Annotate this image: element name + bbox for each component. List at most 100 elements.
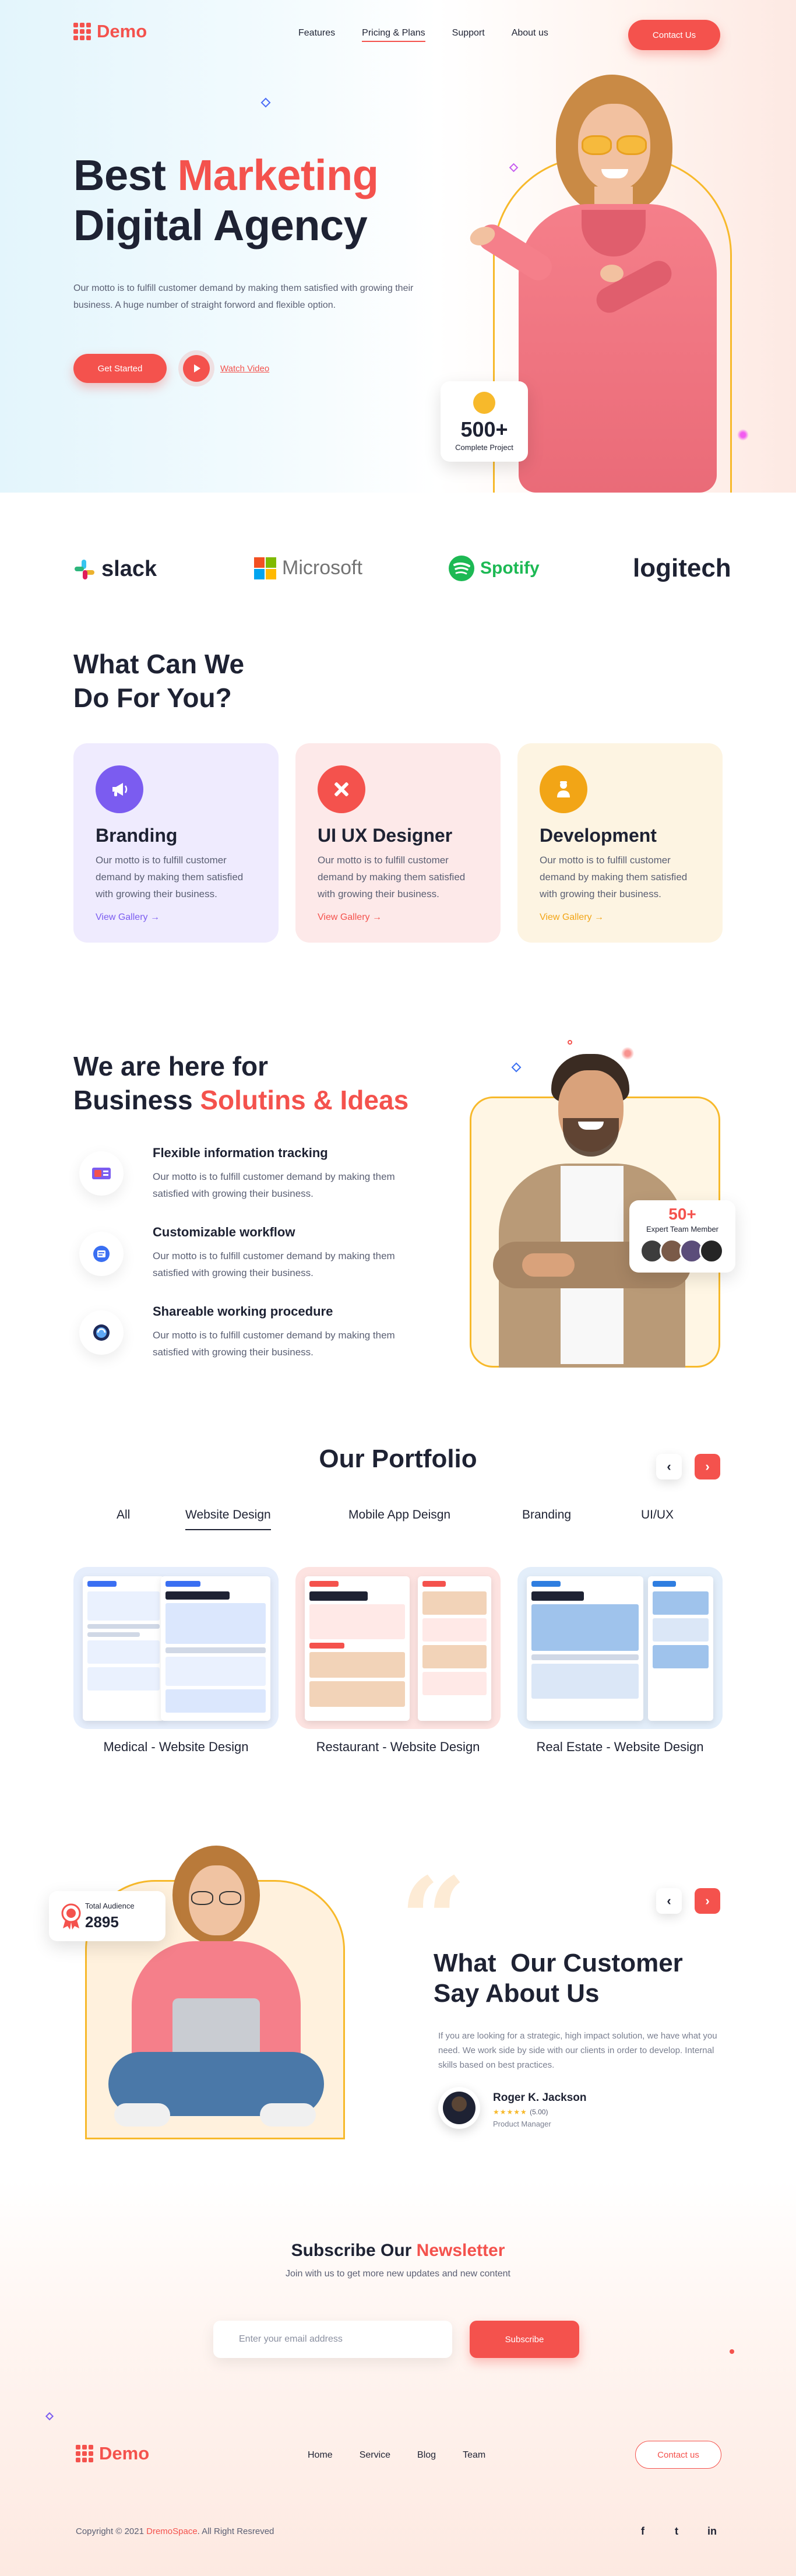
- services-title: What Can We Do For You?: [73, 647, 244, 715]
- brand-logitech: logitech: [633, 554, 731, 583]
- view-gallery-link[interactable]: View Gallery →: [540, 912, 604, 923]
- twitter-icon[interactable]: t: [675, 2525, 678, 2538]
- nav-pricing[interactable]: Pricing & Plans: [362, 28, 425, 42]
- footer-contact-button[interactable]: Contact us: [635, 2441, 721, 2469]
- mockup-page: [83, 1576, 164, 1721]
- service-card-branding[interactable]: Branding Our motto is to fulfill custome…: [73, 743, 279, 943]
- view-gallery-link[interactable]: View Gallery →: [96, 912, 160, 923]
- avatar: [699, 1239, 724, 1263]
- tab-website-design[interactable]: Website Design: [185, 1508, 271, 1530]
- sparkle-dot: [730, 2349, 734, 2354]
- team-member-label: Expert Team Member: [646, 1225, 719, 1233]
- mockup-page: [418, 1576, 491, 1721]
- logo[interactable]: Demo: [73, 21, 147, 42]
- features-title-highlight: Solutins & Ideas: [200, 1085, 409, 1115]
- service-text: Our motto is to fulfill customer demand …: [540, 855, 688, 899]
- newsletter-title: Subscribe Our Newsletter: [0, 2241, 796, 2261]
- get-started-button[interactable]: Get Started: [73, 354, 167, 383]
- services-title-line2: Do For You?: [73, 683, 232, 713]
- mockup-page: [305, 1576, 410, 1721]
- newsletter-title-part: Subscribe Our: [291, 2241, 417, 2260]
- feature-text: Our motto is to fulfill customer demand …: [153, 1171, 395, 1199]
- copyright-part: . All Right Resreved: [197, 2526, 274, 2536]
- award-icon: [57, 1902, 85, 1930]
- service-text: Our motto is to fulfill customer demand …: [318, 855, 466, 899]
- features-title-line1: We are here for: [73, 1051, 269, 1081]
- tab-all[interactable]: All: [117, 1508, 130, 1529]
- portfolio-prev-button[interactable]: ‹: [656, 1454, 682, 1479]
- portfolio-item-medical[interactable]: [73, 1567, 279, 1729]
- logo-grid-icon: [76, 2445, 93, 2462]
- view-gallery-link[interactable]: View Gallery →: [318, 912, 382, 923]
- service-text: Our motto is to fulfill customer demand …: [96, 855, 244, 899]
- testimonial-person-image: [85, 1842, 345, 2139]
- copyright-brand: DremoSpace: [146, 2526, 198, 2536]
- footer-logo[interactable]: Demo: [76, 2443, 149, 2464]
- testimonial-text: If you are looking for a strategic, high…: [438, 2031, 717, 2070]
- complete-project-card: 500+ Complete Project: [441, 381, 528, 462]
- total-audience-value: 2895: [85, 1913, 119, 1931]
- services-title-line1: What Can We: [73, 649, 245, 679]
- logo-text: Demo: [99, 2443, 150, 2463]
- nav-about[interactable]: About us: [512, 28, 548, 42]
- complete-project-label: Complete Project: [455, 443, 513, 452]
- hero-title-highlight: Marketing: [177, 151, 379, 199]
- brand-microsoft: Microsoft: [254, 557, 362, 579]
- facebook-icon[interactable]: f: [641, 2525, 644, 2538]
- logo-text: Demo: [97, 21, 147, 41]
- logo-grid-icon: [73, 23, 91, 40]
- portfolio-caption: Real Estate - Website Design: [536, 1739, 704, 1754]
- workflow-icon: [79, 1232, 124, 1276]
- trophy-icon: [473, 392, 495, 414]
- footer-nav: Home Service Blog Team: [308, 2450, 485, 2461]
- service-card-development[interactable]: Development Our motto is to fulfill cust…: [517, 743, 723, 943]
- features-title: We are here for Business Solutins & Idea…: [73, 1049, 408, 1117]
- developer-icon: [540, 765, 587, 813]
- complete-project-value: 500+: [460, 417, 508, 441]
- watch-video-link[interactable]: Watch Video: [183, 355, 269, 382]
- total-audience-card: Total Audience 2895: [49, 1891, 165, 1941]
- share-icon: [79, 1310, 124, 1355]
- tab-branding[interactable]: Branding: [522, 1508, 571, 1529]
- feature-text: Our motto is to fulfill customer demand …: [153, 1250, 395, 1278]
- service-card-uiux[interactable]: UI UX Designer Our motto is to fulfill c…: [295, 743, 501, 943]
- tab-mobile-app-design[interactable]: Mobile App Deisgn: [348, 1508, 450, 1529]
- microsoft-icon: [254, 557, 276, 579]
- footer-section: [0, 2180, 796, 2576]
- portfolio-item-real-estate[interactable]: [517, 1567, 723, 1729]
- nav-features[interactable]: Features: [298, 28, 335, 42]
- hero-description: Our motto is to fulfill customer demand …: [73, 283, 414, 310]
- rating-label: (5.00): [530, 2108, 548, 2116]
- spotify-icon: [449, 556, 474, 581]
- email-input[interactable]: Enter your email address: [213, 2321, 452, 2358]
- testimonial-title: What Our Customer Say About Us: [434, 1948, 683, 2009]
- portfolio-caption: Restaurant - Website Design: [316, 1739, 480, 1754]
- feature-title: Customizable workflow: [153, 1225, 295, 1239]
- service-title: UI UX Designer: [318, 825, 453, 846]
- subscribe-button[interactable]: Subscribe: [470, 2321, 579, 2358]
- brand-slack: slack: [73, 557, 157, 582]
- linkedin-icon[interactable]: in: [707, 2525, 717, 2538]
- reviewer-name: Roger K. Jackson: [493, 2092, 587, 2104]
- portfolio-next-button[interactable]: ›: [695, 1454, 720, 1479]
- team-member-card: 50+ Expert Team Member: [629, 1200, 735, 1273]
- mockup-page: [161, 1576, 270, 1721]
- brand-logitech-label: logitech: [633, 554, 731, 582]
- team-member-value: 50+: [668, 1205, 696, 1223]
- footer-link-service[interactable]: Service: [360, 2450, 390, 2461]
- email-placeholder: Enter your email address: [239, 2334, 343, 2344]
- reviewer-avatar: [438, 2087, 480, 2129]
- portfolio-item-restaurant[interactable]: [295, 1567, 501, 1729]
- newsletter-title-highlight: Newsletter: [416, 2241, 505, 2260]
- contact-button[interactable]: Contact Us: [628, 20, 720, 50]
- footer-link-blog[interactable]: Blog: [417, 2450, 436, 2461]
- footer-link-team[interactable]: Team: [463, 2450, 485, 2461]
- footer-link-home[interactable]: Home: [308, 2450, 333, 2461]
- testimonial-prev-button[interactable]: ‹: [656, 1888, 682, 1914]
- testimonial-next-button[interactable]: ›: [695, 1888, 720, 1914]
- tab-ui-ux[interactable]: UI/UX: [641, 1508, 674, 1529]
- mockup-page: [648, 1576, 713, 1721]
- brand-spotify-label: Spotify: [480, 558, 540, 578]
- nav-support[interactable]: Support: [452, 28, 485, 42]
- feature-text: Our motto is to fulfill customer demand …: [153, 1330, 395, 1358]
